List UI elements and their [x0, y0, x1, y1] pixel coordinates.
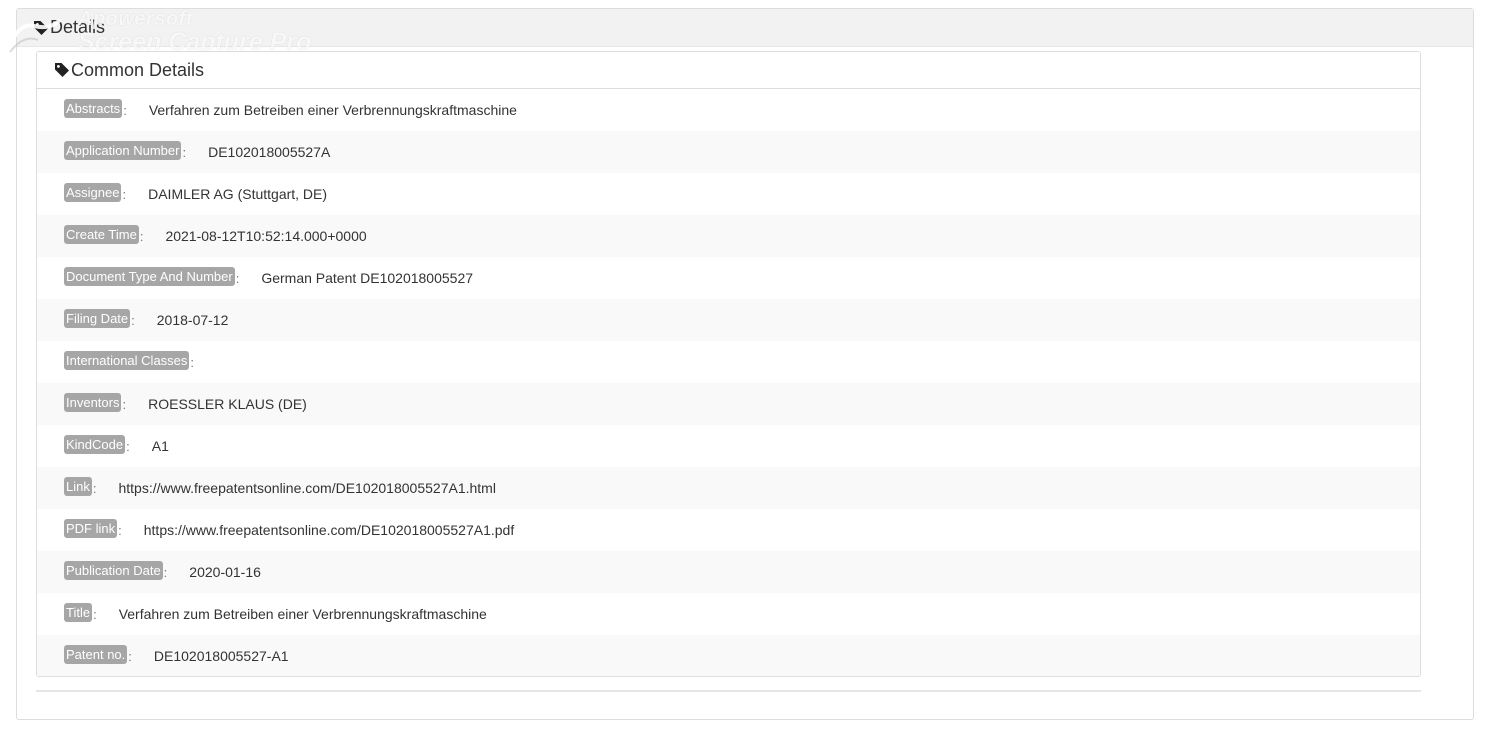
detail-value: 2021-08-12T10:52:14.000+0000 — [165, 228, 367, 244]
detail-value: ROESSLER KLAUS (DE) — [148, 396, 307, 412]
details-panel-heading[interactable]: Details — [17, 9, 1473, 47]
detail-label-badge: Publication Date — [64, 560, 163, 580]
detail-row: PDF link: https://www.freepatentsonline.c… — [37, 509, 1420, 551]
detail-row: Title: Verfahren zum Betreiben einer Verb… — [37, 593, 1420, 635]
detail-label-badge: Title — [64, 602, 93, 622]
detail-label-badge: PDF link — [64, 518, 118, 538]
label-separator: : — [122, 396, 127, 412]
label-separator: : — [128, 648, 132, 664]
detail-value: https://www.freepatentsonline.com/DE1020… — [118, 480, 496, 496]
detail-label-badge: Filing Date — [64, 308, 131, 328]
divider — [36, 690, 1421, 692]
detail-label-badge: Assignee — [64, 182, 122, 202]
detail-label-badge: KindCode — [64, 434, 126, 454]
label-separator: : — [126, 438, 130, 454]
detail-row: Assignee: DAIMLER AG (Stuttgart, DE) — [37, 173, 1420, 215]
label-separator: : — [182, 144, 187, 160]
label-separator: : — [122, 186, 127, 202]
common-details-heading[interactable]: Common Details — [37, 52, 1420, 89]
detail-row: Filing Date: 2018-07-12 — [37, 299, 1420, 341]
label-separator: : — [123, 102, 127, 118]
label-separator: : — [139, 228, 144, 244]
detail-value: DE102018005527A — [208, 144, 331, 160]
detail-row: KindCode: A1 — [37, 425, 1420, 467]
common-details-title: Common Details — [71, 59, 205, 80]
label-separator: : — [163, 564, 168, 580]
detail-value: DE102018005527-A1 — [153, 648, 289, 664]
label-separator: : — [93, 606, 97, 622]
detail-value: https://www.freepatentsonline.com/DE1020… — [143, 522, 515, 538]
detail-label-badge: Abstracts — [64, 98, 123, 118]
detail-row: International Classes: — [37, 341, 1420, 383]
detail-label-badge: Inventors — [64, 392, 122, 412]
detail-value: 2020-01-16 — [189, 564, 261, 580]
details-panel-title: Details — [50, 17, 106, 37]
tag-icon — [33, 20, 49, 36]
label-separator: : — [131, 312, 135, 328]
detail-label-badge: Application Number — [64, 140, 182, 160]
detail-row: Patent no.: DE102018005527-A1 — [37, 635, 1420, 676]
detail-value: German Patent DE102018005527 — [261, 270, 474, 286]
label-separator: : — [118, 522, 122, 538]
label-separator: : — [235, 270, 240, 286]
detail-value: A1 — [151, 438, 169, 454]
detail-row: Document Type And Number: German Patent D… — [37, 257, 1420, 299]
detail-label-badge: Link — [64, 476, 92, 496]
detail-row: Link: https://www.freepatentsonline.com/D… — [37, 467, 1420, 509]
detail-row: Application Number: DE102018005527A — [37, 131, 1420, 173]
detail-label-badge: Patent no. — [64, 644, 128, 664]
tag-icon — [54, 62, 70, 78]
label-separator: : — [190, 354, 195, 370]
detail-row: Abstracts: Verfahren zum Betreiben einer … — [37, 89, 1420, 131]
detail-value: DAIMLER AG (Stuttgart, DE) — [148, 186, 328, 202]
detail-label-badge: International Classes — [64, 350, 190, 370]
detail-value: Verfahren zum Betreiben einer Verbrennun… — [148, 102, 517, 118]
detail-row: Inventors: ROESSLER KLAUS (DE) — [37, 383, 1420, 425]
detail-value: Verfahren zum Betreiben einer Verbrennun… — [118, 606, 487, 622]
detail-row: Publication Date: 2020-01-16 — [37, 551, 1420, 593]
common-details-panel: Common Details Abstracts: Verfahren zum B… — [36, 51, 1421, 677]
details-list: Abstracts: Verfahren zum Betreiben einer … — [37, 89, 1420, 676]
label-separator: : — [92, 480, 97, 496]
detail-label-badge: Create Time — [64, 224, 139, 244]
detail-value: 2018-07-12 — [156, 312, 229, 328]
detail-label-badge: Document Type And Number — [64, 266, 235, 286]
detail-row: Create Time: 2021-08-12T10:52:14.000+0000 — [37, 215, 1420, 257]
